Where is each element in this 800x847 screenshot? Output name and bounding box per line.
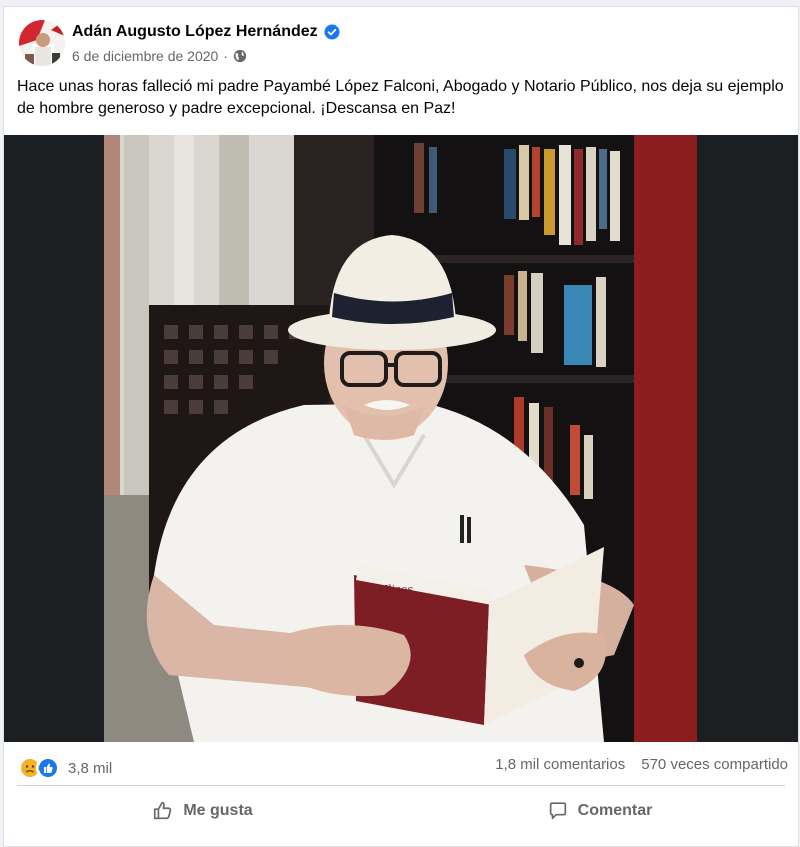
divider <box>17 785 785 786</box>
post-card: Adán Augusto López Hernández 6 de diciem… <box>3 6 799 847</box>
reaction-count: 3,8 mil <box>68 759 113 777</box>
comment-share-stats: 1,8 mil comentarios 570 veces compartido <box>495 756 788 773</box>
post-meta: 6 de diciembre de 2020 · <box>72 48 247 64</box>
post-text: Hace unas horas falleció mi padre Payamb… <box>17 78 784 117</box>
comment-button[interactable]: Comentar <box>401 791 798 831</box>
author-name-label[interactable]: Adán Augusto López Hernández <box>72 23 318 41</box>
like-button[interactable]: Me gusta <box>4 791 401 831</box>
speech-bubble-icon <box>549 802 566 820</box>
author-name[interactable]: Adán Augusto López Hernández <box>72 23 340 41</box>
verified-badge-icon <box>324 24 340 40</box>
meta-separator: · <box>223 48 228 64</box>
globe-icon[interactable] <box>233 49 247 63</box>
like-reaction-icon <box>36 756 60 780</box>
comment-button-label: Comentar <box>577 802 653 819</box>
like-button-label: Me gusta <box>183 802 253 819</box>
engagement-bar: 3,8 mil 1,8 mil comentarios 570 veces co… <box>4 752 798 782</box>
post-photo[interactable]: Ulises <box>4 135 798 742</box>
comments-count[interactable]: 1,8 mil comentarios <box>495 756 625 773</box>
thumbs-up-icon <box>154 801 172 820</box>
reactions-summary[interactable]: 3,8 mil <box>18 756 112 780</box>
author-avatar[interactable] <box>19 20 65 66</box>
shares-count[interactable]: 570 veces compartido <box>641 756 788 773</box>
post-date[interactable]: 6 de diciembre de 2020 <box>72 48 218 64</box>
post-actions: Me gusta Comentar <box>4 791 798 831</box>
book-title: Ulises <box>379 583 413 596</box>
